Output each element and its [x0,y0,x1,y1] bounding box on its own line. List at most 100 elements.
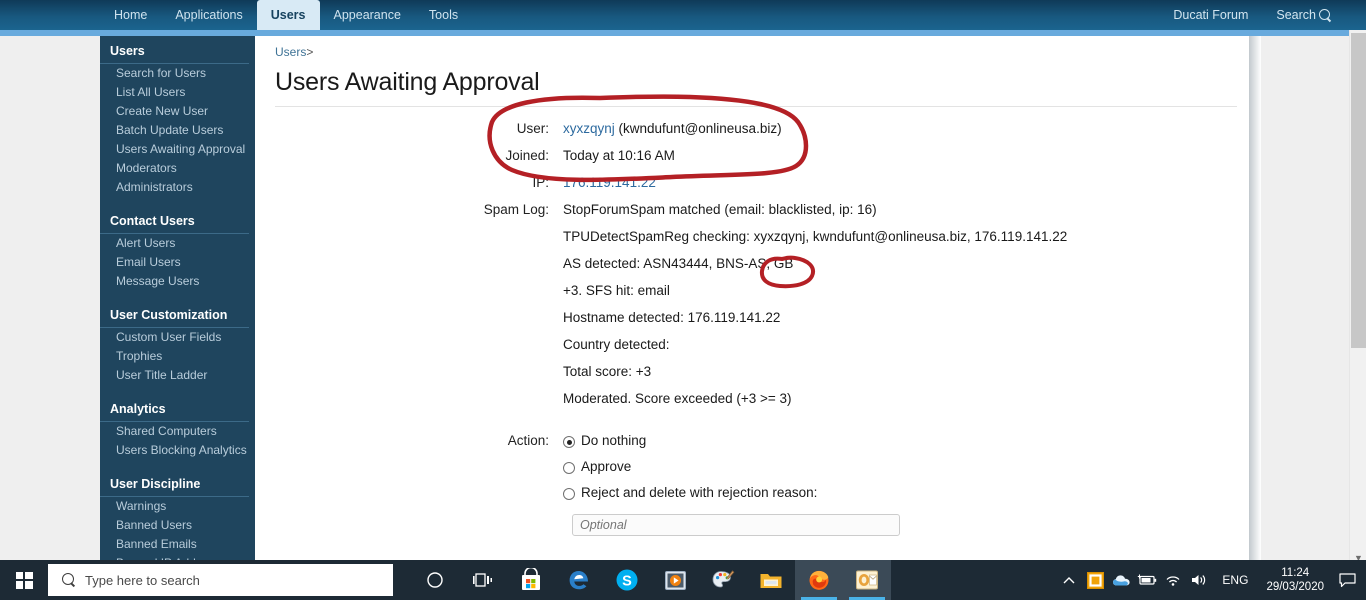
windows-taskbar: Type here to search S ENG 11:24 29/03/20… [0,560,1366,600]
sidebar-item-user-title-ladder[interactable]: User Title Ladder [100,366,255,385]
radio-reject[interactable] [563,488,575,500]
sidebar-item-shared-computers[interactable]: Shared Computers [100,422,255,441]
nav-right-group: Ducati Forum Search [1159,0,1366,30]
movies-tv-icon[interactable] [651,560,699,600]
microsoft-edge-icon[interactable] [555,560,603,600]
nav-tab-appearance[interactable]: Appearance [320,0,415,30]
microsoft-store-icon[interactable] [507,560,555,600]
action-option-approve[interactable]: Approve [563,459,900,474]
sidebar-item-users-awaiting-approval[interactable]: Users Awaiting Approval [100,140,255,159]
file-explorer-icon[interactable] [747,560,795,600]
joined-value: Today at 10:16 AM [563,148,675,163]
main-content: Users> Users Awaiting Approval User: xyx… [255,36,1255,576]
spam-log-line: Country detected: [563,337,670,352]
spam-log-label: Spam Log: [483,202,549,217]
action-option-label: Reject and delete with rejection reason: [581,485,818,500]
browser-vertical-scrollbar[interactable]: ▼ [1349,30,1366,565]
svg-text:S: S [622,574,632,590]
radio-approve[interactable] [563,462,575,474]
nav-tab-home[interactable]: Home [100,0,161,30]
office-icon[interactable] [1082,560,1108,600]
sidebar-item-message-users[interactable]: Message Users [100,272,255,291]
sidebar-item-moderators[interactable]: Moderators [100,159,255,178]
spam-log-line: AS detected: ASN43444, BNS-AS, GB [563,256,794,271]
breadcrumb-link-users[interactable]: Users [275,45,306,59]
wifi-icon[interactable] [1160,560,1186,600]
row-spam-log: Spam Log: StopForumSpam matched (email: … [275,202,1255,406]
sidebar-item-alert-users[interactable]: Alert Users [100,234,255,253]
page-title: Users Awaiting Approval [275,68,540,96]
sidebar-item-administrators[interactable]: Administrators [100,178,255,197]
task-view-icon[interactable] [459,560,507,600]
action-option-do-nothing[interactable]: Do nothing [563,433,900,448]
outlook-icon[interactable] [843,560,891,600]
spam-log-line: Total score: +3 [563,364,652,379]
action-center-icon[interactable] [1332,560,1362,600]
battery-icon[interactable] [1134,560,1160,600]
nav-search-button[interactable]: Search [1262,8,1338,22]
spam-log-line: Moderated. Score exceeded (+3 >= 3) [563,391,792,406]
user-name-link[interactable]: xyxzqynj [563,121,615,136]
user-email: (kwndufunt@onlineusa.biz) [618,121,782,136]
scrollbar-thumb[interactable] [1351,33,1366,348]
action-option-reject[interactable]: Reject and delete with rejection reason: [563,485,900,500]
taskbar-icons: S [411,560,891,600]
sidebar-item-banned-users[interactable]: Banned Users [100,516,255,535]
sidebar-item-search-for-users[interactable]: Search for Users [100,64,255,83]
sidebar-group-title-user-discipline: User Discipline [100,470,249,497]
action-options: Do nothing Approve Reject and delete wit… [563,433,900,576]
sidebar-item-create-new-user[interactable]: Create New User [100,102,255,121]
volume-icon[interactable] [1186,560,1212,600]
skype-icon[interactable]: S [603,560,651,600]
row-joined: Joined: Today at 10:16 AM [275,148,1255,163]
ducati-forum-link[interactable]: Ducati Forum [1159,0,1262,30]
sidebar-group-title-analytics: Analytics [100,395,249,422]
clock-time: 11:24 [1281,567,1310,579]
action-label: Action: [507,433,549,448]
spam-log-line: StopForumSpam matched (email: blackliste… [563,202,877,217]
spam-log-lines: StopForumSpam matched (email: blackliste… [563,202,1067,406]
sidebar-item-warnings[interactable]: Warnings [100,497,255,516]
sidebar-item-email-users[interactable]: Email Users [100,253,255,272]
sidebar-item-custom-user-fields[interactable]: Custom User Fields [100,328,255,347]
row-user: User: xyxzqynj (kwndufunt@onlineusa.biz) [275,121,1255,136]
nav-tab-tools[interactable]: Tools [415,0,472,30]
joined-label: Joined: [505,148,549,163]
ip-value: 176.119.141.22 [563,175,656,190]
windows-start-icon[interactable] [0,560,48,600]
user-label: User: [516,121,549,136]
sidebar-item-banned-emails[interactable]: Banned Emails [100,535,255,554]
rejection-reason-input[interactable] [572,514,900,536]
onedrive-icon[interactable] [1108,560,1134,600]
language-indicator[interactable]: ENG [1212,573,1258,587]
sidebar-item-users-blocking-analytics[interactable]: Users Blocking Analytics [100,441,255,460]
admin-top-nav: Home Applications Users Appearance Tools… [0,0,1366,30]
radio-do-nothing[interactable] [563,436,575,448]
show-hidden-icons-icon[interactable] [1056,560,1082,600]
action-option-label: Approve [581,459,632,474]
cortana-icon[interactable] [411,560,459,600]
taskbar-search-placeholder: Type here to search [85,572,200,588]
action-option-label: Do nothing [581,433,647,448]
taskbar-search-input[interactable]: Type here to search [48,564,393,596]
nav-tab-users[interactable]: Users [256,0,320,30]
nav-left-spacer [0,0,100,30]
nav-tab-applications[interactable]: Applications [161,0,256,30]
sidebar-item-trophies[interactable]: Trophies [100,347,255,366]
sidebar-item-list-all-users[interactable]: List All Users [100,83,255,102]
clock-date: 29/03/2020 [1266,581,1324,593]
firefox-icon[interactable] [795,560,843,600]
spam-log-line: +3. SFS hit: email [563,283,670,298]
windows-logo [15,571,33,589]
search-icon [62,573,76,587]
taskbar-clock[interactable]: 11:24 29/03/2020 [1258,566,1332,594]
ip-link[interactable]: 176.119.141.22 [563,175,656,190]
nav-search-label: Search [1276,8,1316,22]
sidebar-item-batch-update-users[interactable]: Batch Update Users [100,121,255,140]
sidebar-group-title-users: Users [100,36,249,64]
system-tray: ENG 11:24 29/03/2020 [1056,560,1366,600]
row-ip: IP: 176.119.141.22 [275,175,1255,190]
paint-icon[interactable] [699,560,747,600]
